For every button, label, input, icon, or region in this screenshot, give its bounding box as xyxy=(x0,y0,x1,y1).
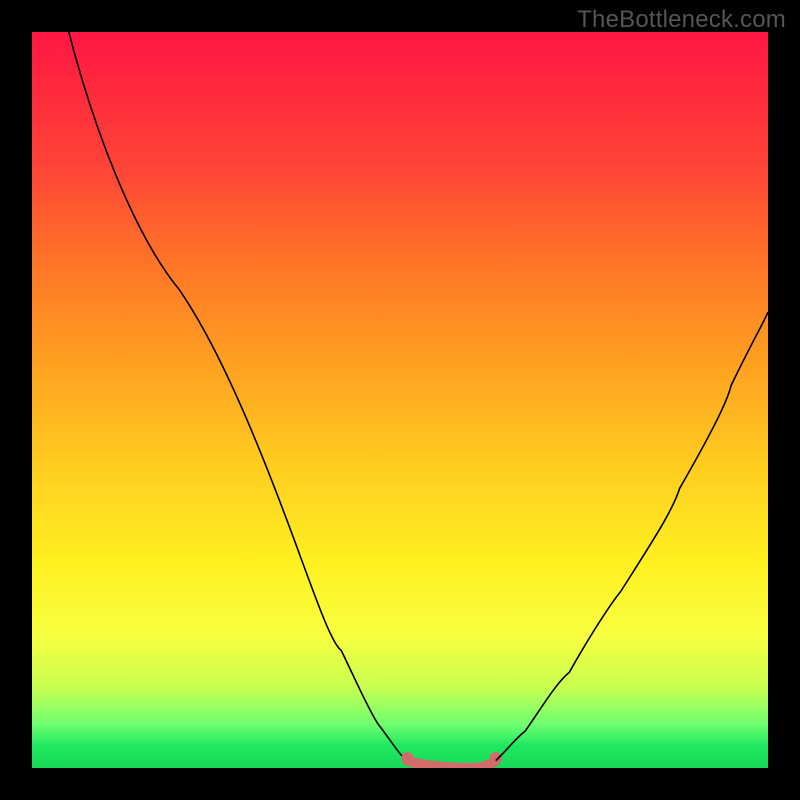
chart-frame: TheBottleneck.com xyxy=(0,0,800,800)
valley-floor xyxy=(407,761,495,768)
curve-right xyxy=(496,312,768,761)
plot-area xyxy=(32,32,768,768)
watermark-text: TheBottleneck.com xyxy=(577,6,786,34)
chart-svg xyxy=(32,32,768,768)
valley-dot-left xyxy=(401,752,413,764)
valley-dot-right xyxy=(490,752,502,764)
curve-left xyxy=(69,32,408,761)
